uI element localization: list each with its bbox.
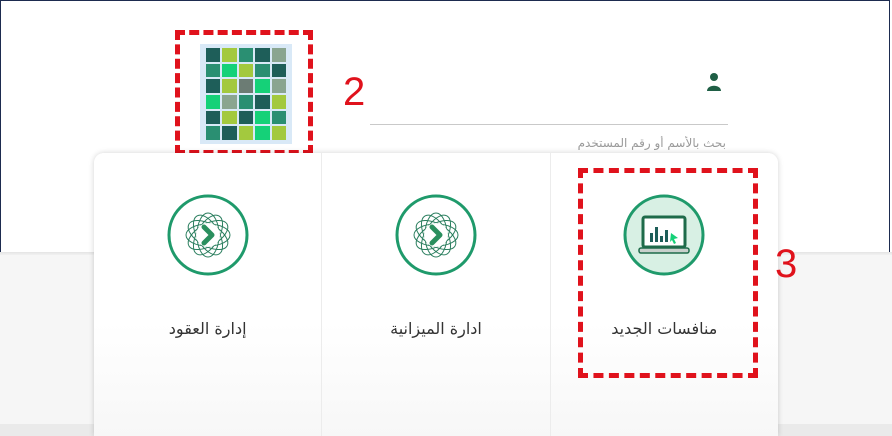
app-tile-contracts[interactable]: إدارة العقود (94, 153, 322, 436)
highlight-box-3 (578, 168, 758, 378)
etimad-seal-icon (395, 194, 477, 276)
app-tile-label: ادارة الميزانية (390, 319, 482, 338)
annotation-marker-3: 3 (775, 242, 798, 286)
etimad-seal-icon (167, 194, 249, 276)
app-tile-budget[interactable]: ادارة الميزانية (321, 153, 550, 436)
highlight-box-2 (175, 30, 313, 155)
search-input-placeholder[interactable]: بحث بالأسم أو رقم المستخدم (372, 136, 726, 150)
user-icon (707, 73, 721, 91)
search-input-underline[interactable] (370, 124, 728, 125)
app-tile-label: إدارة العقود (168, 319, 247, 338)
annotation-marker-2: 2 (343, 70, 366, 114)
